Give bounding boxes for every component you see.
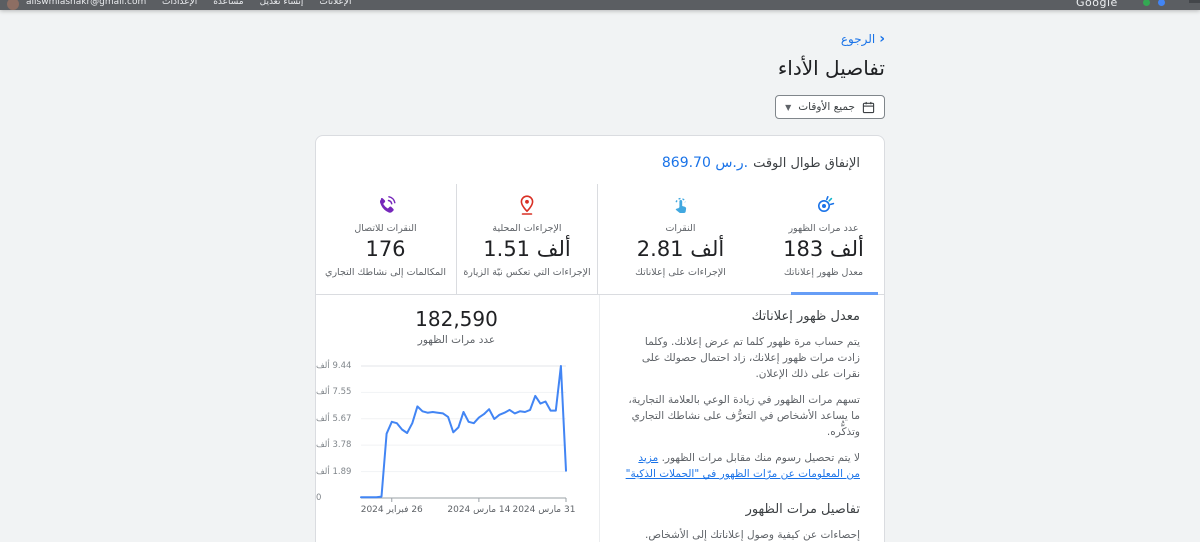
topbar-menu: الإعلانات إنشاء تعديل مساعدة الإعدادات — [162, 0, 351, 7]
impressions-icon — [769, 194, 878, 216]
spend-label: الإنفاق طوال الوقت — [753, 156, 860, 171]
status-dot-green — [1143, 0, 1150, 6]
metric-value: 1.51 ألف — [483, 237, 571, 261]
metric-label: النقرات للاتصال — [354, 223, 417, 234]
back-link[interactable]: ‹ الرجوع — [841, 32, 885, 46]
metric-sublabel: معدل ظهور إعلاناتك — [783, 267, 864, 278]
menu-item-create-edit[interactable]: إنشاء تعديل — [260, 0, 304, 7]
date-range-filter-label: جميع الأوقات — [798, 101, 855, 113]
chart-total-label: عدد مرات الظهور — [417, 334, 496, 346]
y-axis-tick-label: 1.89 ألف — [316, 466, 352, 477]
info-heading: معدل ظهور إعلاناتك — [751, 309, 860, 324]
impressions-chart-panel: 182,590 عدد مرات الظهور 0 1.89 ألف 3.78 أل… — [316, 295, 599, 542]
google-logo: Google — [1076, 0, 1118, 9]
spend-amount: 869.70 ر.س. — [661, 155, 749, 171]
metric-sublabel: الإجراءات التي تعكس نيّة الزيارة — [463, 267, 591, 278]
main-content: ‹ الرجوع تفاصيل الأداء جميع الأوقات ▼ ال… — [315, 10, 885, 542]
menu-item-ads[interactable]: الإعلانات — [319, 0, 351, 7]
chevron-down-icon: ▼ — [785, 102, 792, 112]
metric-value: 2.81 ألف — [636, 237, 725, 261]
y-axis-tick-label: 5.67 ألف — [316, 413, 352, 424]
page-title: تفاصيل الأداء — [777, 56, 885, 80]
back-link-label: الرجوع — [840, 32, 876, 46]
metric-tab-calls[interactable]: النقرات للاتصال 176 المكالمات إلى نشاطك … — [316, 184, 456, 294]
y-axis-tick-label: 7.55 ألف — [316, 387, 352, 398]
info-paragraph-1: يتم حساب مرة ظهور كلما تم عرض إعلانك. وك… — [641, 336, 860, 380]
info-paragraph-3-text: لا يتم تحصيل رسوم منك مقابل مرات الظهور. — [658, 452, 860, 464]
y-axis-tick-label: 0 — [316, 493, 322, 503]
impressions-info-panel: معدل ظهور إعلاناتك يتم حساب مرة ظهور كلم… — [599, 295, 884, 542]
metric-value: 176 — [365, 237, 406, 261]
info-paragraph-2: تسهم مرات الظهور في زيادة الوعي بالعلامة… — [628, 394, 860, 438]
metric-label: النقرات — [665, 223, 696, 234]
top-app-bar-strip: allswmlashakr@gmail.com الإعلانات إنشاء … — [0, 0, 1200, 10]
calls-icon — [321, 194, 450, 216]
y-axis-tick-label: 9.44 ألف — [316, 361, 352, 371]
status-dot-blue — [1158, 0, 1165, 6]
performance-card: الإنفاق طوال الوقت 869.70 ر.س. عدد مرات … — [315, 135, 885, 542]
y-axis-tick-label: 3.78 ألف — [316, 440, 352, 451]
date-range-filter-button[interactable]: جميع الأوقات ▼ — [775, 95, 885, 119]
x-axis-tick-label: 26 فبراير 2024 — [360, 505, 423, 515]
card-bottom-section: معدل ظهور إعلاناتك يتم حساب مرة ظهور كلم… — [316, 295, 884, 542]
metric-sublabel: المكالمات إلى نشاطك التجاري — [325, 267, 446, 278]
clicks-icon — [604, 194, 757, 216]
metric-sublabel: الإجراءات على إعلاناتك — [635, 267, 726, 278]
account-email[interactable]: allswmlashakr@gmail.com — [26, 0, 146, 7]
back-chevron-icon: ‹ — [879, 31, 885, 47]
menu-item-help[interactable]: مساعدة — [213, 0, 243, 7]
menu-item-settings[interactable]: الإعدادات — [162, 0, 197, 7]
spend-summary: الإنفاق طوال الوقت 869.70 ر.س. — [316, 136, 884, 184]
impressions-line-chart: 0 1.89 ألف 3.78 ألف 5.67 ألف 7.55 ألف 9.44 أل… — [316, 352, 599, 524]
account-avatar[interactable] — [7, 0, 19, 10]
topbar-right-block — [1189, 0, 1200, 3]
metrics-tabs: عدد مرات الظهور 183 ألف معدل ظهور إعلانا… — [316, 184, 884, 295]
chart-total-value: 182,590 — [415, 307, 498, 331]
active-tab-indicator — [791, 292, 878, 295]
metric-tab-impressions[interactable]: عدد مرات الظهور 183 ألف معدل ظهور إعلانا… — [763, 184, 884, 295]
metric-value: 183 ألف — [783, 237, 864, 261]
metric-tab-local-actions[interactable]: الإجراءات المحلية 1.51 ألف الإجراءات الت… — [456, 184, 597, 294]
x-axis-tick-label: 31 مارس 2024 — [512, 505, 576, 515]
impressions-details-subtext: إحصاءات عن كيفية وصول إعلاناتك إلى الأشخ… — [645, 529, 860, 541]
calendar-icon — [862, 101, 875, 113]
metric-label: الإجراءات المحلية — [492, 223, 562, 234]
impressions-details-heading: تفاصيل مرات الظهور — [745, 502, 860, 517]
x-axis-tick-label: 14 مارس 2024 — [447, 505, 511, 515]
info-paragraph-3: لا يتم تحصيل رسوم منك مقابل مرات الظهور.… — [624, 450, 860, 482]
top-app-bar: allswmlashakr@gmail.com الإعلانات إنشاء … — [0, 0, 1200, 10]
local-actions-icon — [463, 194, 591, 216]
metric-label: عدد مرات الظهور — [788, 223, 859, 234]
metric-tab-clicks[interactable]: النقرات 2.81 ألف الإجراءات على إعلاناتك — [597, 184, 763, 294]
